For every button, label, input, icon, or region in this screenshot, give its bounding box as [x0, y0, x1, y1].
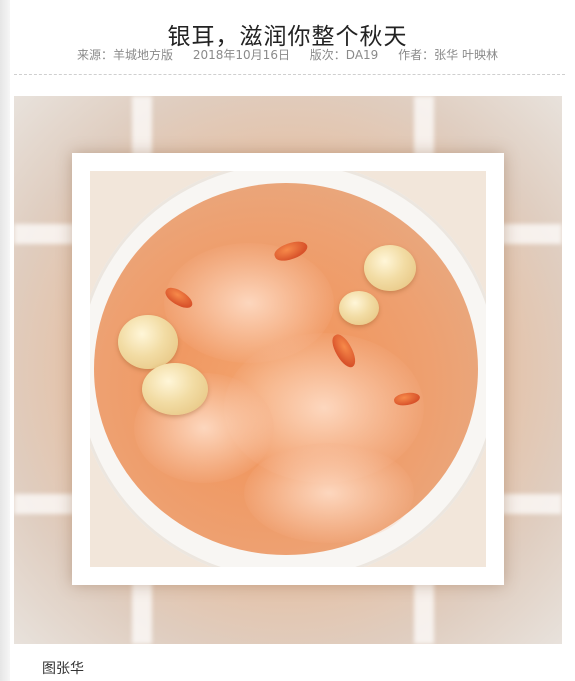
soup-surface	[94, 183, 478, 555]
soup-bowl-image	[90, 171, 486, 567]
article-photo	[14, 96, 562, 644]
photo-caption: 图张华	[42, 661, 84, 677]
article-date: 2018年10月16日	[192, 48, 290, 62]
lotus-seed	[364, 245, 416, 291]
article-edition: 版次：DA19	[309, 48, 379, 62]
article-meta: 来源：羊城地方版 2018年10月16日 版次：DA19 作者：张华 叶映林	[0, 46, 575, 63]
photo-frame	[72, 153, 504, 585]
lotus-seed	[118, 315, 178, 369]
lotus-seed	[339, 291, 379, 325]
lotus-seed	[142, 363, 208, 415]
meta-divider	[14, 74, 565, 75]
article-source: 来源：羊城地方版	[77, 48, 174, 62]
article-author: 作者：张华 叶映林	[398, 48, 498, 62]
left-edge-strip	[0, 0, 10, 681]
white-fungus	[244, 443, 414, 543]
